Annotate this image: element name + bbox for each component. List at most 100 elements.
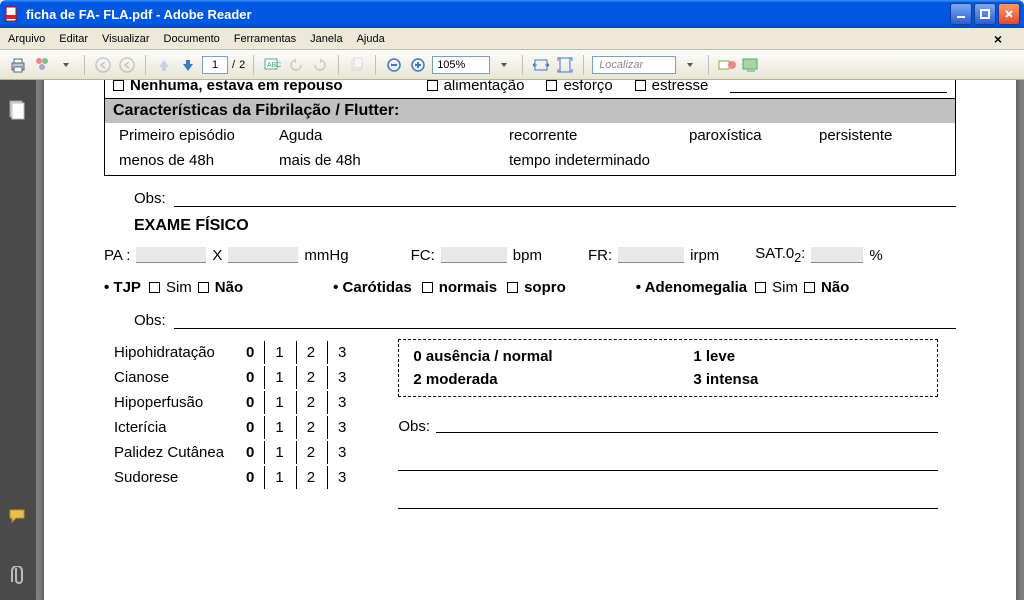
irpm-label: irpm: [690, 247, 719, 264]
scale-value: 2: [296, 366, 325, 389]
obs-label: Obs:: [398, 418, 430, 435]
fit-page-icon[interactable]: [555, 55, 575, 75]
window-buttons: [950, 3, 1020, 25]
checkbox-nenhuma[interactable]: Nenhuma, estava em repouso: [113, 80, 343, 94]
checkbox-adeno-nao[interactable]: Não: [804, 279, 849, 296]
scale-value: 2: [296, 441, 325, 464]
checkbox-adeno-sim[interactable]: Sim: [755, 279, 798, 296]
zoom-in-icon[interactable]: [408, 55, 428, 75]
collaborate-icon[interactable]: [32, 55, 52, 75]
zoom-input[interactable]: 105%: [432, 56, 490, 74]
select-tool-icon[interactable]: ABC: [262, 55, 282, 75]
page-up-icon: [154, 55, 174, 75]
obs-label: Obs:: [134, 190, 166, 207]
checkbox-esforco[interactable]: esforço: [546, 80, 612, 94]
maximize-button[interactable]: [974, 3, 996, 25]
scale-value: 1: [264, 366, 293, 389]
attachments-panel-icon[interactable]: [8, 566, 28, 586]
checkbox-alimentacao[interactable]: alimentação: [427, 80, 525, 94]
scale-row: Palidez Cutânea0123: [106, 441, 356, 464]
page-separator: /: [232, 59, 235, 71]
checkbox-aguda[interactable]: Aguda: [273, 127, 503, 144]
checkbox-mais48[interactable]: mais de 48h: [273, 152, 503, 169]
menu-arquivo[interactable]: Arquivo: [8, 33, 45, 45]
toolbar-separator: [338, 55, 339, 75]
menu-ferramentas[interactable]: Ferramentas: [234, 33, 296, 45]
page-down-icon[interactable]: [178, 55, 198, 75]
obs-row-1: Obs:: [104, 190, 956, 207]
menu-close-icon[interactable]: ×: [994, 31, 1002, 47]
scale-value: 1: [264, 441, 293, 464]
toolbar-separator: [84, 55, 85, 75]
copy-icon: [347, 55, 367, 75]
print-icon[interactable]: [8, 55, 28, 75]
sat-blank: [811, 247, 863, 263]
fc-blank: [441, 247, 507, 263]
pages-panel-icon[interactable]: [8, 100, 28, 120]
checkbox-estresse[interactable]: estresse: [635, 80, 709, 94]
scale-area: Hipohidratação0123Cianose0123Hipoperfusã…: [104, 339, 956, 511]
window-titlebar: ficha de FA- FLA.pdf - Adobe Reader: [0, 0, 1024, 28]
scale-item-label: Cianose: [106, 366, 236, 389]
scale-value: 1: [264, 466, 293, 489]
toolbar-separator: [375, 55, 376, 75]
scale-value: 0: [238, 341, 262, 364]
menu-visualizar[interactable]: Visualizar: [102, 33, 150, 45]
adeno-label: • Adenomegalia: [636, 279, 747, 296]
collab-tool-icon[interactable]: [717, 55, 737, 75]
pa-sys-blank: [136, 247, 206, 263]
rotate-ccw-icon: [286, 55, 306, 75]
rotate-cw-icon: [310, 55, 330, 75]
label-estresse: estresse: [652, 80, 709, 94]
label-esforco: esforço: [563, 80, 612, 94]
checkbox-primeiro[interactable]: Primeiro episódio: [113, 127, 273, 144]
menu-ajuda[interactable]: Ajuda: [357, 33, 385, 45]
menu-janela[interactable]: Janela: [310, 33, 342, 45]
scale-value: 0: [238, 366, 262, 389]
checkbox-normais[interactable]: normais: [422, 279, 497, 296]
section-header: Características da Fibrilação / Flutter:: [105, 98, 955, 123]
close-button[interactable]: [998, 3, 1020, 25]
scale-value: 2: [296, 391, 325, 414]
obs-line: [174, 193, 956, 207]
obs-label: Obs:: [134, 312, 166, 329]
scale-value: 3: [327, 441, 356, 464]
checkbox-persistente[interactable]: persistente: [813, 127, 892, 144]
scale-table: Hipohidratação0123Cianose0123Hipoperfusã…: [104, 339, 358, 491]
toolbar-separator: [522, 55, 523, 75]
checkbox-sopro[interactable]: sopro: [507, 279, 566, 296]
share-tool-icon[interactable]: [741, 55, 761, 75]
label-nenhuma: Nenhuma, estava em repouso: [130, 80, 343, 94]
fit-width-icon[interactable]: [531, 55, 551, 75]
pa-x: X: [212, 247, 222, 264]
dropdown-arrow-icon[interactable]: [494, 55, 514, 75]
checkbox-tjp-nao[interactable]: Não: [198, 279, 243, 296]
checkbox-menos48[interactable]: menos de 48h: [113, 152, 273, 169]
section-box: Nenhuma, estava em repouso alimentação e…: [104, 80, 956, 176]
dropdown-arrow-icon[interactable]: [680, 55, 700, 75]
scale-value: 3: [327, 466, 356, 489]
comments-panel-icon[interactable]: [8, 508, 28, 528]
checkbox-recorrente[interactable]: recorrente: [503, 127, 683, 144]
menu-documento[interactable]: Documento: [164, 33, 220, 45]
trigger-row: Nenhuma, estava em repouso alimentação e…: [105, 80, 955, 98]
menu-editar[interactable]: Editar: [59, 33, 88, 45]
checkbox-paroxistica[interactable]: paroxística: [683, 127, 813, 144]
checkbox-tempo-indet[interactable]: tempo indeterminado: [503, 152, 650, 169]
svg-text:ABC: ABC: [267, 62, 281, 69]
fc-label: FC:: [411, 247, 435, 264]
document-viewport[interactable]: Nenhuma, estava em repouso alimentação e…: [36, 80, 1024, 600]
checkbox-tjp-sim[interactable]: Sim: [149, 279, 192, 296]
pct-label: %: [869, 247, 882, 264]
page-number-input[interactable]: 1: [202, 56, 228, 74]
label-alimentacao: alimentação: [444, 80, 525, 94]
minimize-button[interactable]: [950, 3, 972, 25]
zoom-out-icon[interactable]: [384, 55, 404, 75]
fr-label: FR:: [588, 247, 612, 264]
navigation-pane: [0, 80, 36, 600]
obs-row-2: Obs:: [104, 312, 956, 329]
dropdown-arrow-icon[interactable]: [56, 55, 76, 75]
scale-value: 0: [238, 391, 262, 414]
scale-item-label: Hipoperfusão: [106, 391, 236, 414]
find-input[interactable]: Localizar: [592, 56, 676, 74]
